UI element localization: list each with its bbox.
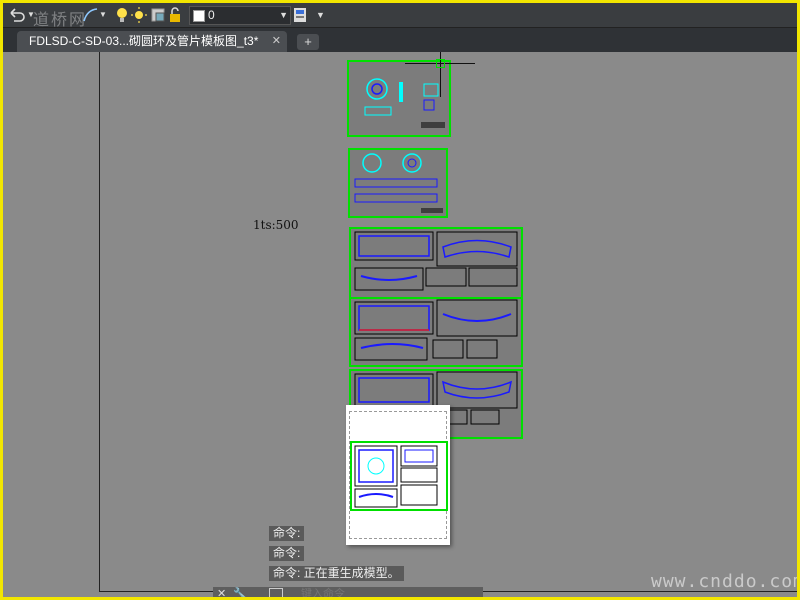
sun-icon[interactable] bbox=[131, 6, 147, 24]
drawing-sheet-3 bbox=[349, 227, 523, 299]
layer-value: 0 bbox=[208, 8, 215, 22]
file-tab-bar: FDLSD-C-SD-03...砌圆环及管片模板图_t3* ✕ + bbox=[3, 28, 797, 52]
drawing-sheet-2 bbox=[348, 148, 448, 218]
close-icon[interactable]: ✕ bbox=[217, 587, 226, 597]
command-history-line-3: 命令: 正在重生成模型。 bbox=[269, 566, 404, 581]
command-history-line-2: 命令: bbox=[269, 546, 305, 561]
watermark-logo: 道桥网 bbox=[33, 10, 88, 29]
layer-dropdown[interactable]: 0 ▼ bbox=[189, 6, 291, 25]
drawing-canvas[interactable]: 1ts:500 命令: 命令: 命令: 正在重生成模型。 bbox=[3, 52, 797, 597]
properties-icon[interactable] bbox=[293, 6, 307, 24]
layout-sheet-6 bbox=[350, 441, 448, 511]
file-tab-active[interactable]: FDLSD-C-SD-03...砌圆环及管片模板图_t3* ✕ bbox=[17, 31, 287, 52]
close-icon[interactable]: ✕ bbox=[272, 31, 281, 52]
quick-access-toolbar: ▼ ▼ 0 ▼ ▼ bbox=[3, 3, 797, 28]
command-icon[interactable] bbox=[269, 588, 283, 597]
layout-paper bbox=[346, 405, 450, 545]
overflow-icon[interactable]: ▼ bbox=[316, 6, 325, 24]
lightbulb-icon[interactable] bbox=[115, 6, 129, 24]
drawing-sheet-1 bbox=[347, 60, 451, 137]
arc-dropdown-icon[interactable]: ▼ bbox=[99, 6, 107, 24]
undo-icon[interactable] bbox=[7, 6, 25, 24]
color-swatch-icon bbox=[193, 10, 205, 22]
app-window: ▼ ▼ 0 ▼ ▼ FDLSD-C-SD-03...砌圆环及管片模板图_t3* bbox=[3, 3, 797, 597]
lock-icon[interactable] bbox=[168, 6, 182, 24]
watermark-url: www.cnddo.com bbox=[651, 571, 797, 592]
file-tab-label: FDLSD-C-SD-03...砌圆环及管片模板图_t3* bbox=[29, 34, 259, 48]
command-input[interactable] bbox=[301, 587, 471, 597]
command-history-line-1: 命令: bbox=[269, 526, 305, 541]
command-line-bar: ✕ 🔧 bbox=[213, 587, 483, 597]
pickbox-icon bbox=[436, 59, 445, 68]
new-tab-button[interactable]: + bbox=[297, 34, 319, 50]
dropdown-icon: ▼ bbox=[279, 10, 288, 20]
drawing-sheet-4 bbox=[349, 297, 523, 367]
wrench-icon[interactable]: 🔧 bbox=[233, 587, 247, 597]
layer-freeze-icon[interactable] bbox=[150, 6, 166, 24]
